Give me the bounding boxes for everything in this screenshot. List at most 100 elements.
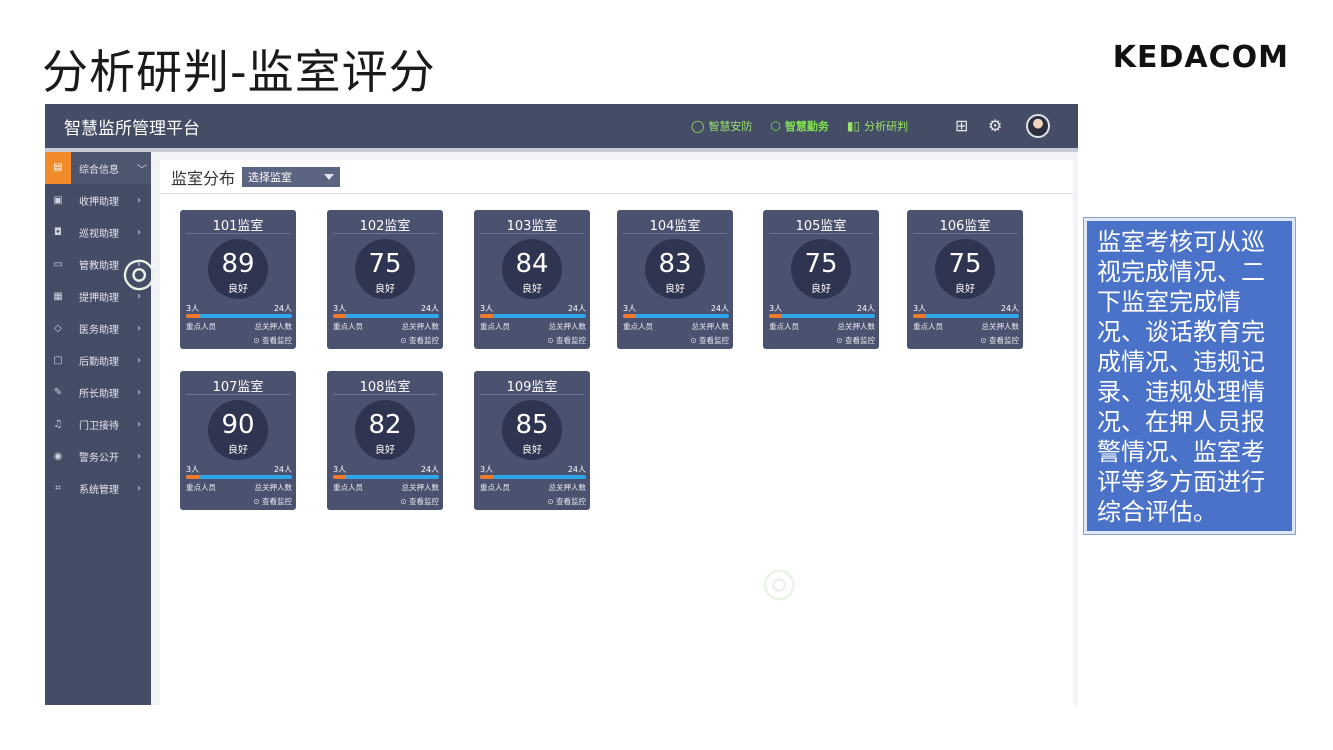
location-icon: ◉: [53, 450, 63, 462]
chevron-right-icon: ›: [137, 386, 141, 398]
total-count: 24人: [567, 465, 586, 474]
key-person-label: 重点人员: [480, 322, 510, 331]
total-count: 24人: [1000, 304, 1019, 313]
room-select[interactable]: 选择监室: [242, 166, 341, 187]
total-count: 24人: [856, 304, 875, 313]
medical-icon: ◇: [54, 322, 62, 334]
view-monitor-link[interactable]: ⊙ 查看监控: [547, 335, 586, 346]
room-card[interactable]: 101监室 89 良好 3人 24人 重点人员 总关押人数 ⊙ 查看监控: [180, 210, 296, 349]
key-person-count: 3人: [186, 304, 200, 313]
view-monitor-link[interactable]: ⊙ 查看监控: [980, 335, 1019, 346]
occupancy-bar: [913, 314, 1019, 318]
sidebar-item-director[interactable]: ✎ 所长助理 ›: [45, 376, 151, 408]
room-grade: 良好: [228, 445, 248, 456]
key-person-label: 重点人员: [913, 322, 943, 331]
score-circle: 75 良好: [791, 239, 851, 299]
sidebar-item-label: 所长助理: [79, 388, 119, 400]
view-monitor-link[interactable]: ⊙ 查看监控: [690, 335, 729, 346]
total-label: 总关押人数: [548, 322, 587, 331]
nav-smart-duty[interactable]: ⬡ 智慧勤务: [770, 118, 828, 134]
sidebar-item-label: 巡视助理: [79, 228, 119, 240]
occupancy-bar: [769, 314, 875, 318]
card-divider: [480, 394, 584, 395]
avatar[interactable]: [1026, 114, 1050, 138]
sidebar-item-logistics[interactable]: ▢ 后勤助理 ›: [45, 344, 151, 376]
nav-smart-security[interactable]: ◯ 智慧安防: [691, 118, 752, 134]
total-count: 24人: [567, 304, 586, 313]
caret-down-icon: [324, 173, 335, 180]
chevron-down-icon: ﹀: [137, 164, 147, 176]
occupancy-bar-fill: [913, 314, 927, 318]
occupancy-bar-fill: [186, 475, 200, 479]
sidebar-item-medical[interactable]: ◇ 医务助理 ›: [45, 312, 151, 344]
sidebar-item-patrol[interactable]: ◘ 巡视助理 ›: [45, 216, 151, 248]
room-name: 102监室: [359, 219, 411, 234]
sidebar-item-intake[interactable]: ▣ 收押助理 ›: [45, 184, 151, 216]
room-score: 83: [658, 249, 692, 279]
view-monitor-link[interactable]: ⊙ 查看监控: [400, 496, 439, 507]
sidebar-item-public[interactable]: ◉ 警务公开 ›: [45, 440, 151, 472]
score-circle: 75 良好: [355, 239, 415, 299]
settings-icon: ⌗: [55, 482, 61, 494]
card-divider: [186, 233, 290, 234]
total-count: 24人: [273, 465, 292, 474]
key-person-label: 重点人员: [333, 322, 363, 331]
sidebar-item-discipline[interactable]: ▭ 管教助理 ›: [45, 248, 151, 280]
key-person-label: 重点人员: [480, 483, 510, 492]
chevron-right-icon: ›: [137, 482, 141, 494]
key-person-count: 3人: [333, 304, 347, 313]
sidebar-item-system[interactable]: ⌗ 系统管理 ›: [45, 472, 151, 504]
room-grade: 良好: [811, 284, 831, 295]
total-label: 总关押人数: [254, 322, 293, 331]
view-monitor-link[interactable]: ⊙ 查看监控: [836, 335, 875, 346]
sidebar-item-general-info[interactable]: ▤ 综合信息 ﹀: [45, 152, 151, 184]
room-card[interactable]: 106监室 75 良好 3人 24人 重点人员 总关押人数 ⊙ 查看监控: [907, 210, 1023, 349]
view-monitor-link[interactable]: ⊙ 查看监控: [400, 335, 439, 346]
room-name: 109监室: [506, 380, 558, 395]
room-card[interactable]: 108监室 82 良好 3人 24人 重点人员 总关押人数 ⊙ 查看监控: [327, 371, 443, 510]
room-name: 105监室: [795, 219, 847, 234]
view-monitor-link[interactable]: ⊙ 查看监控: [253, 335, 292, 346]
bell-icon: ♫: [53, 418, 63, 430]
gear-icon[interactable]: ⚙: [988, 116, 1002, 135]
grid-icon[interactable]: ⊞: [955, 116, 968, 135]
nav-label: 智慧安防: [708, 120, 753, 133]
brand-logo: KEDACOM: [1112, 40, 1289, 75]
sidebar-item-reception[interactable]: ♫ 门卫接待 ›: [45, 408, 151, 440]
sidebar-item-label: 管教助理: [79, 260, 119, 272]
room-card[interactable]: 107监室 90 良好 3人 24人 重点人员 总关押人数 ⊙ 查看监控: [180, 371, 296, 510]
nav-analysis[interactable]: ▮▯ 分析研判: [847, 118, 908, 134]
occupancy-bar-fill: [480, 475, 494, 479]
camera-icon: ◘: [54, 226, 62, 238]
room-card[interactable]: 102监室 75 良好 3人 24人 重点人员 总关押人数 ⊙ 查看监控: [327, 210, 443, 349]
info-callout: 监室考核可从巡视完成情况、二下监室完成情况、谈话教育完成情况、违规记录、违规处理…: [1084, 218, 1295, 534]
room-card[interactable]: 104监室 83 良好 3人 24人 重点人员 总关押人数 ⊙ 查看监控: [617, 210, 733, 349]
room-card[interactable]: 109监室 85 良好 3人 24人 重点人员 总关押人数 ⊙ 查看监控: [474, 371, 590, 510]
total-count: 24人: [710, 304, 729, 313]
key-person-label: 重点人员: [186, 483, 216, 492]
top-nav: ◯ 智慧安防 ⬡ 智慧勤务 ▮▯ 分析研判: [691, 104, 908, 148]
room-score: 75: [804, 249, 838, 279]
score-circle: 89 良好: [208, 239, 268, 299]
chevron-right-icon: ›: [137, 450, 141, 462]
room-card[interactable]: 103监室 84 良好 3人 24人 重点人员 总关押人数 ⊙ 查看监控: [474, 210, 590, 349]
room-card[interactable]: 105监室 75 良好 3人 24人 重点人员 总关押人数 ⊙ 查看监控: [763, 210, 879, 349]
room-score: 84: [515, 249, 549, 279]
view-monitor-link[interactable]: ⊙ 查看监控: [547, 496, 586, 507]
occupancy-bar: [480, 314, 586, 318]
view-monitor-link[interactable]: ⊙ 查看监控: [253, 496, 292, 507]
total-label: 总关押人数: [691, 322, 730, 331]
key-person-count: 3人: [623, 304, 637, 313]
chevron-right-icon: ›: [137, 258, 141, 270]
sidebar-item-escort[interactable]: ▦ 提押助理 ›: [45, 280, 151, 312]
nav-label: 分析研判: [864, 120, 909, 133]
occupancy-bar-fill: [480, 314, 494, 318]
book-icon: ▭: [53, 258, 63, 270]
room-score: 90: [221, 410, 255, 440]
key-person-count: 3人: [769, 304, 783, 313]
document-icon: ▤: [45, 152, 71, 184]
card-divider: [333, 394, 437, 395]
clipboard-icon: ▦: [53, 290, 63, 302]
building-icon: ▣: [53, 194, 63, 206]
score-circle: 85 良好: [502, 400, 562, 460]
